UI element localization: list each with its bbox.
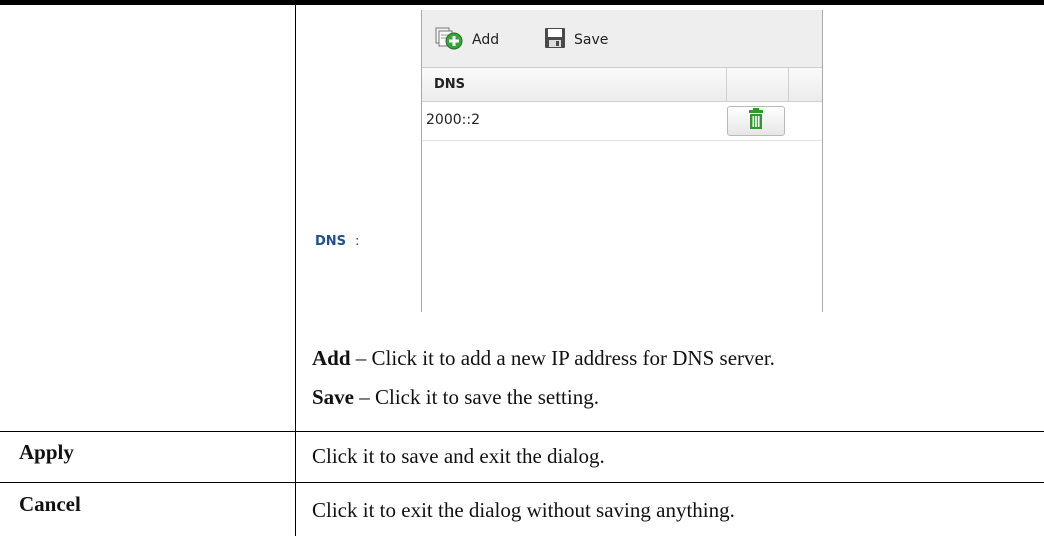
save-term: Save bbox=[312, 385, 354, 409]
add-description: Add – Click it to add a new IP address f… bbox=[312, 346, 775, 371]
cancel-term: Cancel bbox=[19, 492, 81, 516]
save-description: Save – Click it to save the setting. bbox=[312, 385, 599, 410]
column-separator bbox=[726, 68, 727, 101]
grid-header: DNS bbox=[422, 68, 822, 102]
save-description-text: – Click it to save the setting. bbox=[354, 385, 599, 409]
table-top-border bbox=[0, 0, 1044, 5]
floppy-disk-icon bbox=[544, 27, 566, 53]
apply-description: Click it to save and exit the dialog. bbox=[312, 444, 605, 468]
table-row-divider bbox=[0, 482, 1044, 483]
grid-toolbar: Add Save bbox=[422, 10, 822, 68]
table-column-divider bbox=[295, 5, 296, 536]
save-button[interactable]: Save bbox=[544, 28, 608, 52]
table-row: 2000::2 bbox=[422, 102, 822, 141]
add-term: Add bbox=[312, 346, 351, 370]
table-row-divider bbox=[0, 431, 1044, 432]
add-button[interactable]: Add bbox=[434, 26, 500, 54]
apply-term: Apply bbox=[19, 440, 74, 464]
add-button-label: Add bbox=[472, 32, 500, 48]
dns-field-colon: : bbox=[355, 234, 360, 249]
save-button-label: Save bbox=[574, 32, 609, 48]
dns-grid-panel: Add Save DNS 2000::2 bbox=[421, 10, 823, 312]
column-header-dns[interactable]: DNS bbox=[434, 77, 465, 92]
column-separator bbox=[788, 68, 789, 101]
trash-icon bbox=[746, 108, 766, 134]
add-circle-icon bbox=[434, 26, 464, 54]
dns-field-label: DNS bbox=[315, 234, 347, 249]
delete-button[interactable] bbox=[727, 106, 785, 136]
cancel-description: Click it to exit the dialog without savi… bbox=[312, 498, 735, 522]
add-description-text: – Click it to add a new IP address for D… bbox=[350, 346, 775, 370]
dns-cell[interactable]: 2000::2 bbox=[426, 112, 480, 128]
